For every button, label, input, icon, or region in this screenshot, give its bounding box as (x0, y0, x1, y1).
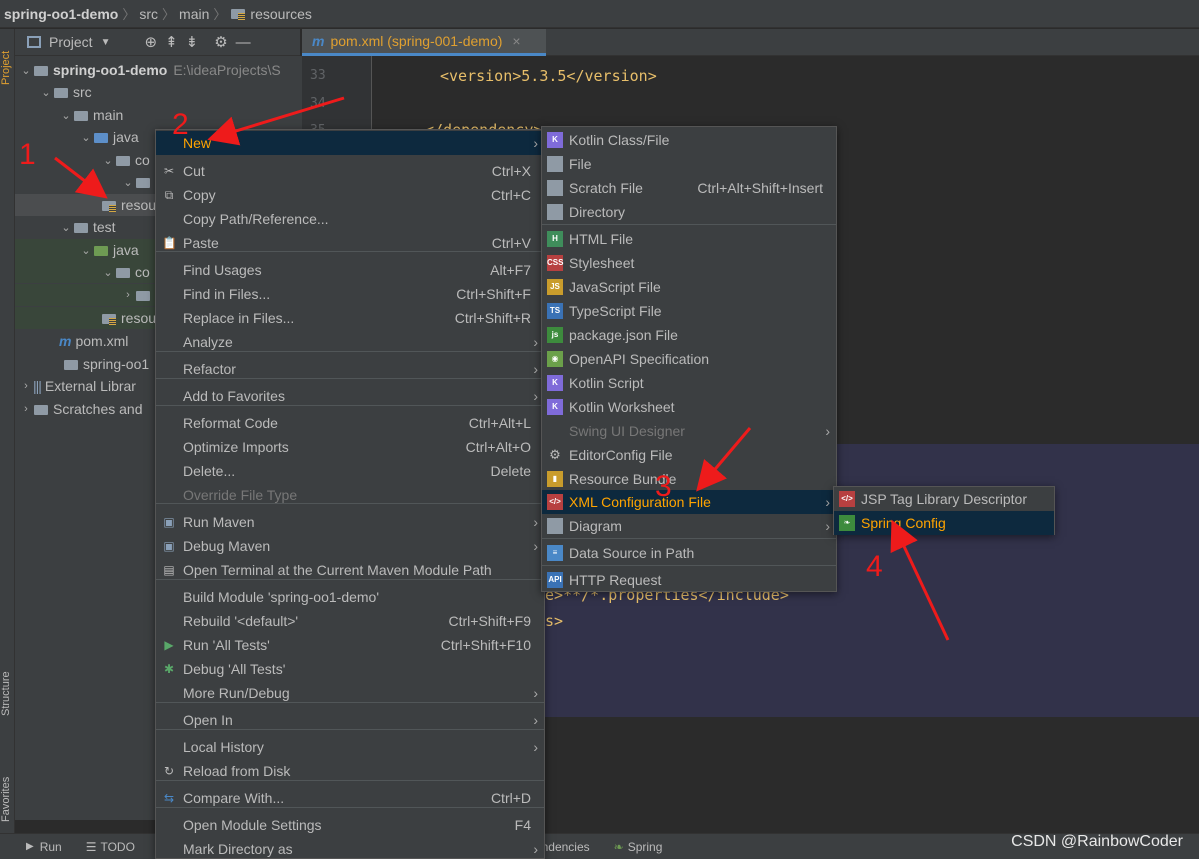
annotation-number-3: 3 (655, 470, 672, 503)
annotation-arrow-2 (207, 96, 345, 146)
annotation-number-4: 4 (866, 550, 883, 583)
annotation-arrow-4 (890, 519, 950, 641)
annotation-arrow-3 (696, 427, 752, 492)
annotation-number-2: 2 (172, 108, 189, 141)
annotation-number-1: 1 (19, 138, 36, 171)
watermark: CSDN @RainbowCoder (1011, 833, 1183, 850)
annotation-arrow-1 (54, 156, 108, 199)
